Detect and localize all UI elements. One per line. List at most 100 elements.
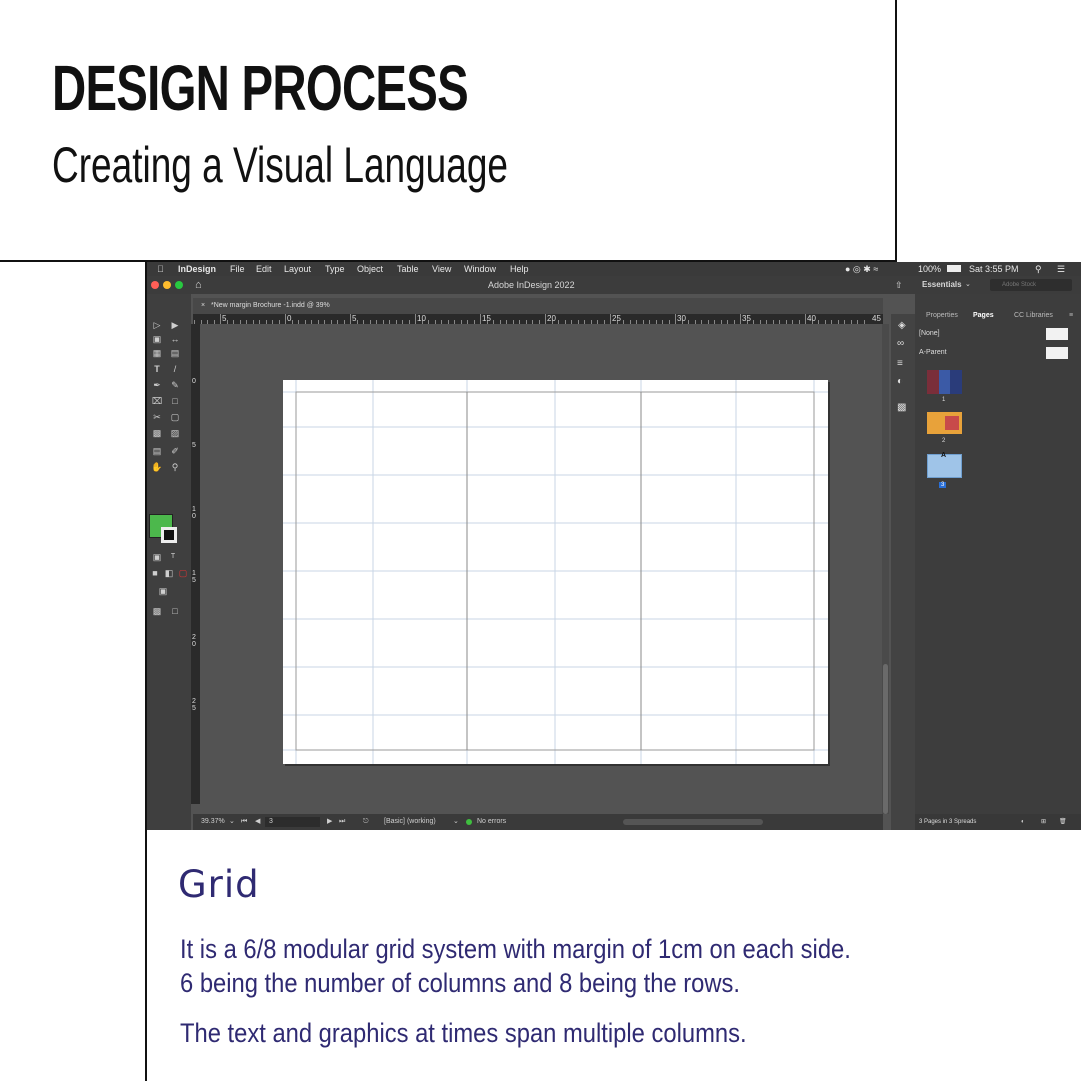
line-tool-icon[interactable]: / [169,364,181,374]
swatches-icon[interactable]: ◐ [897,376,903,387]
pen-tool-icon[interactable]: ✒ [151,380,163,390]
apply-color-icon[interactable]: ■ [149,568,161,578]
zoom-button[interactable] [175,281,183,289]
master-a-parent-thumb[interactable] [1046,347,1068,359]
previous-page-icon[interactable]: ◀ [255,814,260,830]
eyedropper-tool-icon[interactable]: ✐ [169,446,181,456]
menu-window[interactable]: Window [464,262,496,276]
hand-tool-icon[interactable]: ✋ [151,462,163,472]
scissors-tool-icon[interactable]: ✂ [151,412,163,422]
pencil-tool-icon[interactable]: ✎ [169,380,181,390]
page-number-1: 1 [942,397,946,403]
spotlight-icon[interactable]: ⚲ [1035,262,1042,276]
master-a-parent[interactable]: A-Parent [919,349,947,356]
last-page-icon[interactable]: ⏭ [339,814,345,830]
direct-selection-tool-icon[interactable]: ▶ [169,320,181,330]
comments-icon[interactable]: ▩ [897,402,906,413]
stroke-swatch[interactable] [161,527,177,543]
close-button[interactable] [151,281,159,289]
document-page[interactable] [283,380,828,764]
tab-properties[interactable]: Properties [926,312,958,319]
vertical-ruler[interactable]: 0 5 1 0 1 5 2 0 2 5 [191,324,200,804]
open-page-icon[interactable]: ⎋ [363,814,369,830]
page-size-icon[interactable]: ◐ [1021,814,1025,830]
free-transform-tool-icon[interactable]: ▢ [169,412,181,422]
links-icon[interactable]: ∞ [897,338,904,349]
delete-page-icon[interactable]: 🗑 [1059,814,1067,830]
layers-icon[interactable]: ◈ [898,320,906,331]
clock[interactable]: Sat 3:55 PM [969,262,1019,276]
vertical-scrollbar[interactable] [882,324,889,814]
ruler-tick [233,320,234,324]
apply-none-icon[interactable]: ▢ [177,568,189,578]
menu-table[interactable]: Table [397,262,419,276]
preflight-profile[interactable]: [Basic] (working) [384,814,436,830]
ruler-tick [694,320,696,324]
screen-mode-icon[interactable]: ▣ [157,586,169,596]
menu-edit[interactable]: Edit [256,262,272,276]
workspace-switcher[interactable]: Essentials [922,276,962,294]
page-thumb-2[interactable] [927,412,962,436]
ruler-tick [324,320,325,324]
minimize-button[interactable] [163,281,171,289]
apply-gradient-icon[interactable]: ◧ [163,568,175,578]
ruler-tick [460,320,462,324]
type-tool-icon[interactable]: T [151,364,163,374]
stroke-icon[interactable]: ≡ [897,358,903,369]
formatting-container-icon[interactable]: ▣ [151,552,163,562]
menu-type[interactable]: Type [325,262,345,276]
preview-view-icon[interactable]: □ [169,606,181,616]
profile-chevron-icon[interactable]: ⌄ [453,814,459,830]
apple-icon[interactable]:  [157,262,164,276]
menu-layout[interactable]: Layout [284,262,311,276]
rectangle-frame-tool-icon[interactable]: ⌧ [151,396,163,406]
page-thumb-3[interactable]: A [927,452,962,478]
home-icon[interactable]: ⌂ [195,276,202,294]
control-center-icon[interactable]: ☰ [1057,262,1065,276]
gap-tool-icon[interactable]: ↔ [169,334,181,344]
ruler-tick [538,320,540,324]
gradient-swatch-tool-icon[interactable]: ▩ [151,428,163,438]
content-placer-icon[interactable]: ▤ [169,348,181,358]
tab-pages[interactable]: Pages [973,312,994,319]
preflight-status[interactable]: No errors [477,814,506,830]
zoom-chevron-icon[interactable]: ⌄ [229,814,235,830]
menu-object[interactable]: Object [357,262,383,276]
selection-tool-icon[interactable]: ▷ [151,320,163,330]
zoom-tool-icon[interactable]: ⚲ [169,462,181,472]
note-tool-icon[interactable]: ▤ [151,446,163,456]
first-page-icon[interactable]: ⏮ [241,814,247,830]
scroll-thumb[interactable] [883,664,888,814]
ruler-label: 40 [807,314,816,323]
rectangle-tool-icon[interactable]: □ [169,396,181,406]
page-tool-icon[interactable]: ▣ [151,334,163,344]
formatting-text-icon[interactable]: T [167,552,179,562]
menu-help[interactable]: Help [510,262,529,276]
tab-cc-libraries[interactable]: CC Libraries [1014,312,1053,319]
menu-view[interactable]: View [432,262,451,276]
gradient-feather-tool-icon[interactable]: ▨ [169,428,181,438]
horizontal-ruler[interactable]: 5 0 5 10 15 20 25 30 35 40 45 [193,314,883,324]
master-none-thumb[interactable] [1046,328,1068,340]
master-none[interactable]: [None] [919,330,940,337]
page-thumb-1[interactable] [927,370,962,394]
horizontal-scrollbar[interactable] [623,819,763,825]
ruler-tick [564,320,566,324]
content-collector-icon[interactable]: ▦ [151,348,163,358]
document-tab[interactable]: *New margin Brochure -1.indd @ 39% [211,298,330,314]
chevron-down-icon[interactable]: ⌄ [965,276,971,294]
page-number-field[interactable]: 3 [265,817,320,827]
search-input[interactable]: Adobe Stock [990,279,1072,291]
close-tab-icon[interactable]: × [201,298,205,314]
ruler-tick [415,314,416,324]
normal-view-icon[interactable]: ▩ [151,606,163,616]
ruler-tick [454,320,455,324]
menu-file[interactable]: File [230,262,245,276]
next-page-icon[interactable]: ▶ [327,814,332,830]
share-icon[interactable]: ⇧ [895,276,903,294]
panel-menu-icon[interactable]: ≡ [1069,312,1073,319]
zoom-level[interactable]: 39.37% [201,814,225,830]
menu-indesign[interactable]: InDesign [178,262,216,276]
new-page-icon[interactable]: ⊞ [1041,814,1046,830]
ruler-tick [714,320,715,324]
